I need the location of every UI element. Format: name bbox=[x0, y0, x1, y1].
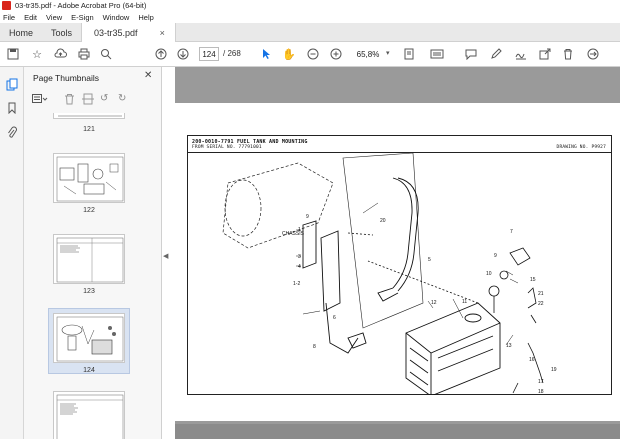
menu-file[interactable]: File bbox=[3, 13, 15, 22]
rotate-left-icon[interactable]: ↺ bbox=[100, 93, 108, 104]
window-title: 03-tr35.pdf - Adobe Acrobat Pro (64-bit) bbox=[15, 1, 147, 10]
left-nav-rail bbox=[0, 67, 24, 439]
callout-label: 8 bbox=[313, 344, 316, 350]
thumbnail-label: 123 bbox=[83, 288, 95, 295]
callout-label: 6 bbox=[333, 315, 336, 321]
extract-page-icon[interactable] bbox=[82, 93, 94, 108]
callout-label: 20 bbox=[380, 218, 386, 224]
rotate-right-icon[interactable]: ↻ bbox=[118, 93, 126, 104]
callout-label: 5 bbox=[428, 257, 431, 263]
close-tab-icon[interactable]: × bbox=[160, 28, 165, 38]
delete-page-icon[interactable] bbox=[64, 93, 75, 108]
upload-cloud-icon[interactable] bbox=[53, 47, 67, 61]
callout-label: 11 bbox=[462, 299, 467, 305]
callout-label: 16 bbox=[529, 357, 535, 363]
page-thumbnails-panel: Page Thumbnails ✕ ↺ ↻ 121 122 123 124 bbox=[24, 67, 183, 439]
callout-label: 9 bbox=[494, 253, 497, 259]
callout-label: 9 bbox=[306, 214, 309, 220]
highlight-pen-icon[interactable] bbox=[489, 47, 503, 61]
pdf-page: 200-0010-7791 FUEL TANK AND MOUNTING FRO… bbox=[175, 103, 620, 421]
drawing-frame: 200-0010-7791 FUEL TANK AND MOUNTING FRO… bbox=[187, 135, 612, 395]
page-number-input[interactable]: 124 bbox=[199, 47, 219, 61]
main-toolbar: ☆ 124 / 268 ✋ 65,8% ▾ bbox=[0, 42, 620, 67]
keyboard-scroll-icon[interactable] bbox=[430, 47, 444, 61]
acrobat-app-icon bbox=[2, 1, 11, 10]
thumbnail-page-123[interactable] bbox=[53, 234, 125, 284]
page-total: / 268 bbox=[223, 49, 241, 58]
thumbnail-list: 121 122 123 124 bbox=[24, 113, 154, 439]
zoom-dropdown-icon[interactable]: ▾ bbox=[386, 49, 390, 57]
find-search-icon[interactable] bbox=[99, 47, 113, 61]
chassis-label: CHASSIS bbox=[282, 231, 305, 237]
page-thumbnails-icon[interactable] bbox=[5, 77, 19, 91]
tab-tools[interactable]: Tools bbox=[42, 23, 81, 42]
callout-label: 22 bbox=[538, 301, 544, 307]
panel-title: Page Thumbnails bbox=[33, 73, 99, 83]
sign-icon[interactable] bbox=[514, 47, 528, 61]
previous-page-icon[interactable] bbox=[154, 47, 168, 61]
thumbnail-label: 124 bbox=[83, 367, 95, 374]
thumbnail-page-125[interactable] bbox=[53, 391, 125, 439]
tab-bar: Home Tools 03-tr35.pdf × bbox=[0, 23, 620, 42]
callout-label: 10 bbox=[486, 271, 492, 277]
thumbnail-page-124[interactable] bbox=[53, 313, 125, 363]
title-bar: 03-tr35.pdf - Adobe Acrobat Pro (64-bit) bbox=[0, 0, 620, 11]
drawing-number: DRAWING NO. P9927 bbox=[556, 145, 606, 150]
menu-esign[interactable]: E-Sign bbox=[71, 13, 94, 22]
drawing-serial: FROM SERIAL NO. 77791001 bbox=[192, 145, 262, 150]
thumbnail-page-121[interactable] bbox=[53, 113, 125, 119]
callout-label: 15 bbox=[530, 277, 536, 283]
menu-help[interactable]: Help bbox=[138, 13, 153, 22]
delete-trash-icon[interactable] bbox=[561, 47, 575, 61]
menu-edit[interactable]: Edit bbox=[24, 13, 37, 22]
zoom-in-icon[interactable] bbox=[329, 47, 343, 61]
comment-icon[interactable] bbox=[464, 47, 478, 61]
callout-label: 1-2 bbox=[293, 281, 300, 287]
collapse-panel-icon[interactable]: ◀ bbox=[163, 252, 173, 266]
print-icon[interactable] bbox=[77, 47, 91, 61]
panel-toolbar: ↺ ↻ bbox=[30, 93, 158, 107]
options-menu-icon[interactable] bbox=[32, 93, 48, 107]
more-tools-icon[interactable] bbox=[586, 47, 600, 61]
hand-tool-icon[interactable]: ✋ bbox=[282, 47, 296, 61]
parts-drawing: 9 1 3 4 1-2 6 8 5 20 11 12 7 9 10 15 21 bbox=[222, 153, 557, 395]
callout-label: 13 bbox=[506, 343, 512, 349]
next-page-icon[interactable] bbox=[176, 47, 190, 61]
fit-page-icon[interactable] bbox=[402, 47, 416, 61]
tab-document-label: 03-tr35.pdf bbox=[94, 27, 138, 38]
callout-label: 17 bbox=[538, 379, 544, 385]
zoom-out-icon[interactable] bbox=[306, 47, 320, 61]
document-viewer[interactable]: 200-0010-7791 FUEL TANK AND MOUNTING FRO… bbox=[175, 67, 620, 439]
callout-label: 19 bbox=[551, 367, 557, 373]
callout-label: 18 bbox=[538, 389, 544, 395]
next-page-edge bbox=[175, 424, 620, 439]
menu-window[interactable]: Window bbox=[103, 13, 130, 22]
thumbnail-label: 122 bbox=[83, 207, 95, 214]
attachments-paperclip-icon[interactable] bbox=[5, 125, 19, 139]
close-panel-icon[interactable]: ✕ bbox=[144, 70, 152, 81]
thumbnail-label: 121 bbox=[83, 126, 95, 133]
menu-bar: File Edit View E-Sign Window Help bbox=[0, 11, 620, 23]
callout-label: 21 bbox=[538, 291, 544, 297]
callout-label: 4 bbox=[298, 264, 301, 270]
callout-label: 7 bbox=[510, 229, 513, 235]
callout-label: 3 bbox=[298, 254, 301, 260]
thumbnail-page-122[interactable] bbox=[53, 153, 125, 203]
select-cursor-icon[interactable] bbox=[259, 47, 273, 61]
tab-home[interactable]: Home bbox=[0, 23, 42, 42]
bookmarks-icon[interactable] bbox=[5, 101, 19, 115]
save-icon[interactable] bbox=[6, 47, 20, 61]
bookmark-star-icon[interactable]: ☆ bbox=[30, 47, 44, 61]
zoom-level-field[interactable]: 65,8% bbox=[352, 47, 384, 61]
menu-view[interactable]: View bbox=[46, 13, 62, 22]
share-export-icon[interactable] bbox=[538, 47, 552, 61]
callout-label: 12 bbox=[431, 300, 437, 306]
tab-document[interactable]: 03-tr35.pdf × bbox=[81, 23, 176, 42]
